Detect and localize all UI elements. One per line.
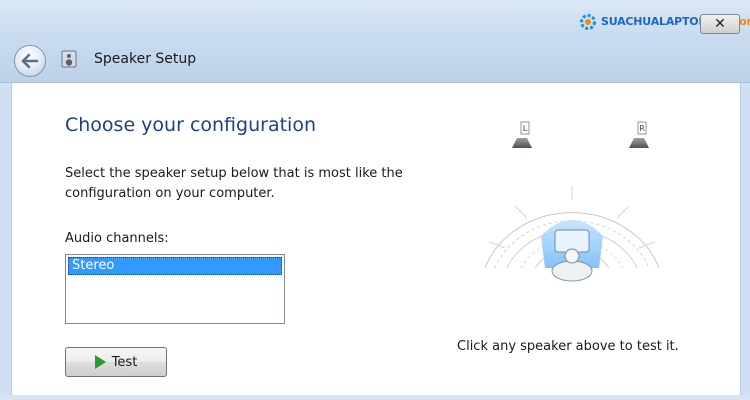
left-speaker-label: L bbox=[523, 124, 528, 133]
content-pane: Choose your configuration Select the spe… bbox=[11, 83, 741, 395]
gear-icon bbox=[580, 14, 596, 30]
window-titlebar: Speaker Setup SUACHUALAPTOP24h.com ✕ bbox=[0, 0, 750, 83]
list-item-stereo[interactable]: Stereo bbox=[68, 257, 282, 275]
play-icon bbox=[94, 355, 106, 369]
back-button[interactable] bbox=[14, 45, 46, 77]
close-button[interactable]: ✕ bbox=[700, 14, 740, 34]
bottom-bar bbox=[0, 395, 750, 400]
page-heading: Choose your configuration bbox=[65, 114, 316, 136]
test-button[interactable]: Test bbox=[65, 347, 167, 377]
back-arrow-icon bbox=[21, 53, 39, 69]
test-hint-text: Click any speaker above to test it. bbox=[457, 339, 679, 354]
speaker-diagram: L R bbox=[484, 121, 660, 282]
close-icon: ✕ bbox=[714, 16, 726, 32]
audio-channels-label: Audio channels: bbox=[65, 231, 169, 246]
window-title: Speaker Setup bbox=[94, 51, 197, 67]
right-speaker[interactable]: R bbox=[629, 121, 649, 148]
speaker-icon bbox=[61, 50, 77, 68]
left-speaker[interactable]: L bbox=[512, 121, 532, 148]
description-text: Select the speaker setup below that is m… bbox=[65, 166, 403, 201]
test-button-label: Test bbox=[111, 354, 138, 370]
right-speaker-label: R bbox=[639, 124, 645, 133]
audio-channels-list[interactable]: Stereo bbox=[65, 254, 285, 324]
